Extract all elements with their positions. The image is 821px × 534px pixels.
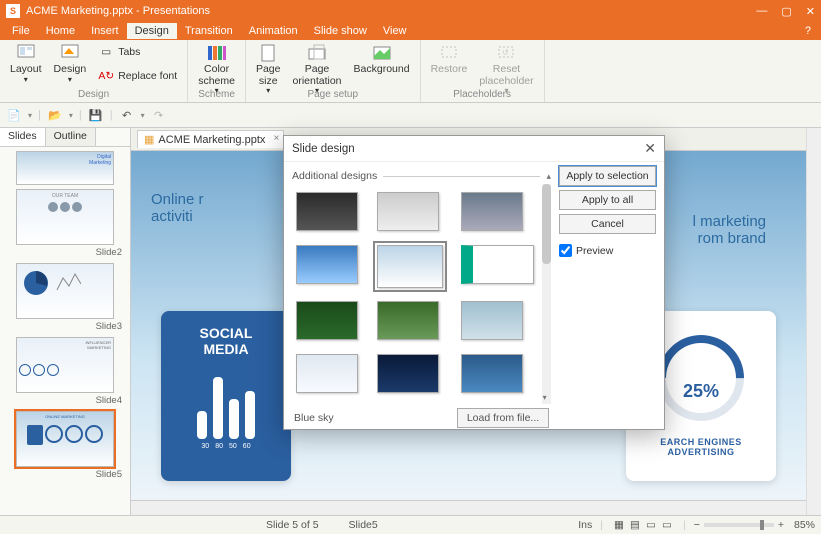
design-thumb[interactable] xyxy=(296,192,358,231)
save-icon[interactable]: 💾 xyxy=(88,107,104,123)
cancel-button[interactable]: Cancel xyxy=(559,214,656,234)
design-thumb[interactable] xyxy=(461,245,534,284)
view-slideshow-icon[interactable]: ▭ xyxy=(659,517,675,533)
close-tab-icon[interactable]: × xyxy=(274,133,280,144)
quick-access-toolbar[interactable]: 📄▾ | 📂▾ | 💾 | ↶▾ ↷ xyxy=(0,103,821,128)
design-thumb[interactable] xyxy=(377,192,439,231)
design-thumb[interactable] xyxy=(296,301,358,340)
menu-file[interactable]: File xyxy=(4,23,38,39)
design-thumb-selected[interactable] xyxy=(377,245,443,288)
slide-thumbnails[interactable]: DigitalMarketing OUR TEAMSlide2 Slide3 I… xyxy=(0,147,130,515)
design-thumb[interactable] xyxy=(461,354,523,393)
design-button[interactable]: Design▾ xyxy=(50,42,91,86)
undo-icon[interactable]: ↶ xyxy=(119,107,135,123)
menu-slide-show[interactable]: Slide show xyxy=(306,23,375,39)
zoom-out-icon[interactable]: − xyxy=(694,519,700,531)
layout-button[interactable]: Layout▾ xyxy=(6,42,46,86)
load-from-file-button[interactable]: Load from file... xyxy=(457,408,549,428)
vertical-scrollbar[interactable] xyxy=(806,128,821,515)
help-icon[interactable]: ? xyxy=(799,25,817,37)
thumb-slide2[interactable]: OUR TEAM xyxy=(16,189,114,245)
zoom-level[interactable]: 85% xyxy=(794,519,815,531)
group-label-design: Design xyxy=(78,89,109,102)
restore-button: Restore xyxy=(427,42,472,78)
preview-checkbox[interactable]: Preview xyxy=(559,244,656,257)
design-thumb[interactable] xyxy=(377,354,439,393)
apply-to-all-button[interactable]: Apply to all xyxy=(559,190,656,210)
dialog-scrollbar[interactable]: ▾ xyxy=(542,184,551,404)
zoom-in-icon[interactable]: + xyxy=(778,519,784,531)
menu-home[interactable]: Home xyxy=(38,23,83,39)
social-media-card: SOCIAL MEDIA 30 80 50 60 xyxy=(161,311,291,481)
background-button[interactable]: Background xyxy=(350,42,414,78)
dialog-close-icon[interactable]: ✕ xyxy=(644,140,656,157)
svg-text:↺: ↺ xyxy=(502,48,509,57)
replace-font-button[interactable]: A↻Replace font xyxy=(94,66,181,88)
app-icon: S xyxy=(6,4,20,18)
status-ins: Ins xyxy=(578,519,592,531)
tab-outline[interactable]: Outline xyxy=(46,128,96,146)
section-label: Additional designs xyxy=(292,170,377,182)
selected-design-name: Blue sky xyxy=(294,412,334,424)
window-title: ACME Marketing.pptx - Presentations xyxy=(26,5,756,17)
apply-to-selection-button[interactable]: Apply to selection xyxy=(559,166,656,186)
status-slide-name: Slide5 xyxy=(349,519,378,531)
design-thumb[interactable] xyxy=(461,192,523,231)
new-file-icon[interactable]: 📄 xyxy=(6,107,22,123)
maximize-icon[interactable]: ▢ xyxy=(781,5,791,18)
design-thumb[interactable] xyxy=(296,245,358,284)
group-label-scheme: Scheme xyxy=(198,89,235,102)
close-icon[interactable]: ✕ xyxy=(806,5,815,18)
design-thumb[interactable] xyxy=(461,301,523,340)
view-sorter-icon[interactable]: ▭ xyxy=(643,517,659,533)
view-normal-icon[interactable]: ▦ xyxy=(611,517,627,533)
menu-animation[interactable]: Animation xyxy=(241,23,306,39)
tab-slides[interactable]: Slides xyxy=(0,128,46,146)
presentation-icon: ▦ xyxy=(144,133,154,146)
document-tab[interactable]: ▦ ACME Marketing.pptx × xyxy=(137,130,284,148)
menu-transition[interactable]: Transition xyxy=(177,23,241,39)
dialog-title: Slide design xyxy=(292,143,355,155)
design-thumb[interactable] xyxy=(296,354,358,393)
slide-design-dialog: Slide design ✕ Additional designs ▴ xyxy=(283,135,665,430)
redo-icon[interactable]: ↷ xyxy=(151,107,167,123)
reset-placeholder-button: ↺Reset placeholder▾ xyxy=(475,42,537,98)
view-outline-icon[interactable]: ▤ xyxy=(627,517,643,533)
thumb-slide3[interactable] xyxy=(16,263,114,319)
thumb-slide4[interactable]: INFLUENCERMARKETING xyxy=(16,337,114,393)
thumb-slide5[interactable]: ONLINE MARKETING xyxy=(16,411,114,467)
group-label-page-setup: Page setup xyxy=(307,89,358,102)
design-thumb[interactable] xyxy=(377,301,439,340)
open-file-icon[interactable]: 📂 xyxy=(47,107,63,123)
scroll-down-icon[interactable]: ▾ xyxy=(543,393,547,402)
menu-insert[interactable]: Insert xyxy=(83,23,127,39)
tabs-button[interactable]: ▭Tabs xyxy=(94,42,181,64)
status-page: Slide 5 of 5 xyxy=(266,519,319,531)
menu-view[interactable]: View xyxy=(375,23,415,39)
zoom-slider[interactable] xyxy=(704,523,774,527)
design-grid[interactable] xyxy=(292,184,538,404)
page-size-button[interactable]: Page size▾ xyxy=(252,42,285,98)
menu-design[interactable]: Design xyxy=(127,23,177,39)
minimize-icon[interactable]: — xyxy=(756,5,767,18)
